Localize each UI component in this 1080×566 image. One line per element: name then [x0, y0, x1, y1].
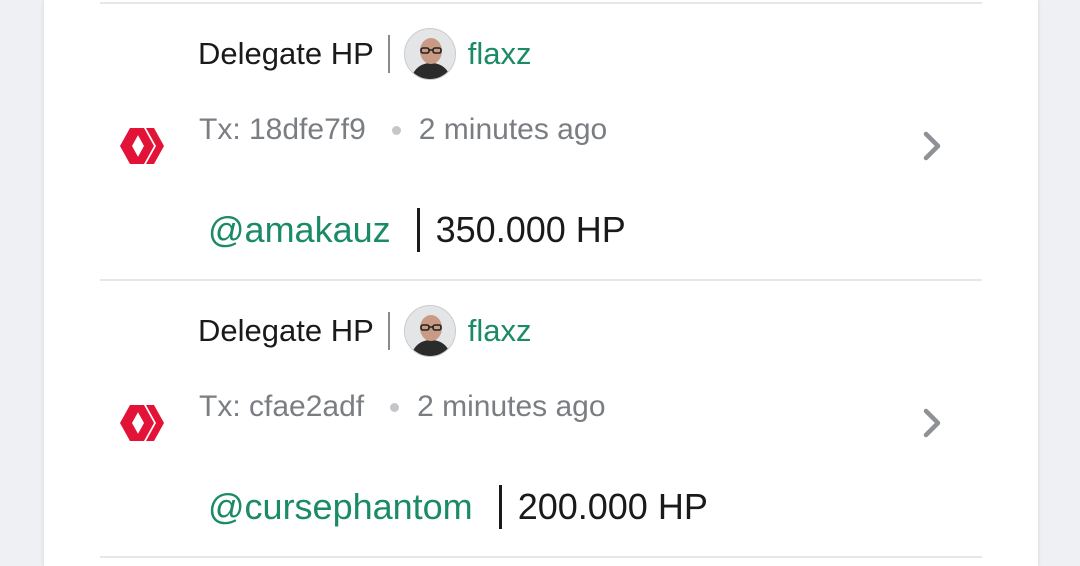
delegatee-link[interactable]: @cursephantom — [208, 486, 473, 528]
dot-separator — [390, 402, 400, 412]
tx-id[interactable]: Tx: 18dfe7f9 — [199, 113, 366, 147]
separator — [498, 485, 502, 529]
chevron-right-icon[interactable] — [918, 128, 946, 164]
hive-logo-icon — [120, 405, 164, 441]
delegation-detail: @amakauz 350.000 HP — [208, 204, 626, 256]
dot-separator — [391, 125, 401, 135]
transaction-item[interactable]: Delegate HP flaxz Tx: 18dfe7f9 2 minutes… — [0, 4, 1080, 280]
separator — [387, 35, 390, 73]
operation-header: Delegate HP flaxz — [198, 303, 532, 359]
divider — [100, 556, 982, 558]
user-link[interactable]: flaxz — [468, 36, 532, 72]
delegation-detail: @cursephantom 200.000 HP — [208, 481, 708, 533]
chevron-right-icon[interactable] — [918, 405, 946, 441]
transaction-meta: Tx: 18dfe7f9 2 minutes ago — [199, 108, 607, 152]
operation-type: Delegate HP — [198, 313, 374, 348]
separator — [387, 312, 390, 350]
avatar[interactable] — [403, 305, 456, 357]
separator — [416, 208, 420, 252]
transaction-item[interactable]: Delegate HP flaxz Tx: cfae2adf 2 minutes… — [0, 281, 1080, 557]
amount: 350.000 HP — [435, 209, 626, 250]
amount: 200.000 HP — [517, 486, 708, 527]
timestamp: 2 minutes ago — [417, 390, 606, 423]
hive-logo-icon — [120, 128, 164, 164]
delegatee-link[interactable]: @amakauz — [208, 209, 391, 251]
operation-header: Delegate HP flaxz — [198, 26, 532, 82]
user-link[interactable]: flaxz — [468, 313, 532, 349]
tx-id[interactable]: Tx: cfae2adf — [199, 390, 364, 424]
timestamp: 2 minutes ago — [418, 113, 608, 146]
operation-type: Delegate HP — [198, 36, 374, 71]
transaction-meta: Tx: cfae2adf 2 minutes ago — [199, 385, 606, 429]
avatar[interactable] — [403, 28, 456, 80]
